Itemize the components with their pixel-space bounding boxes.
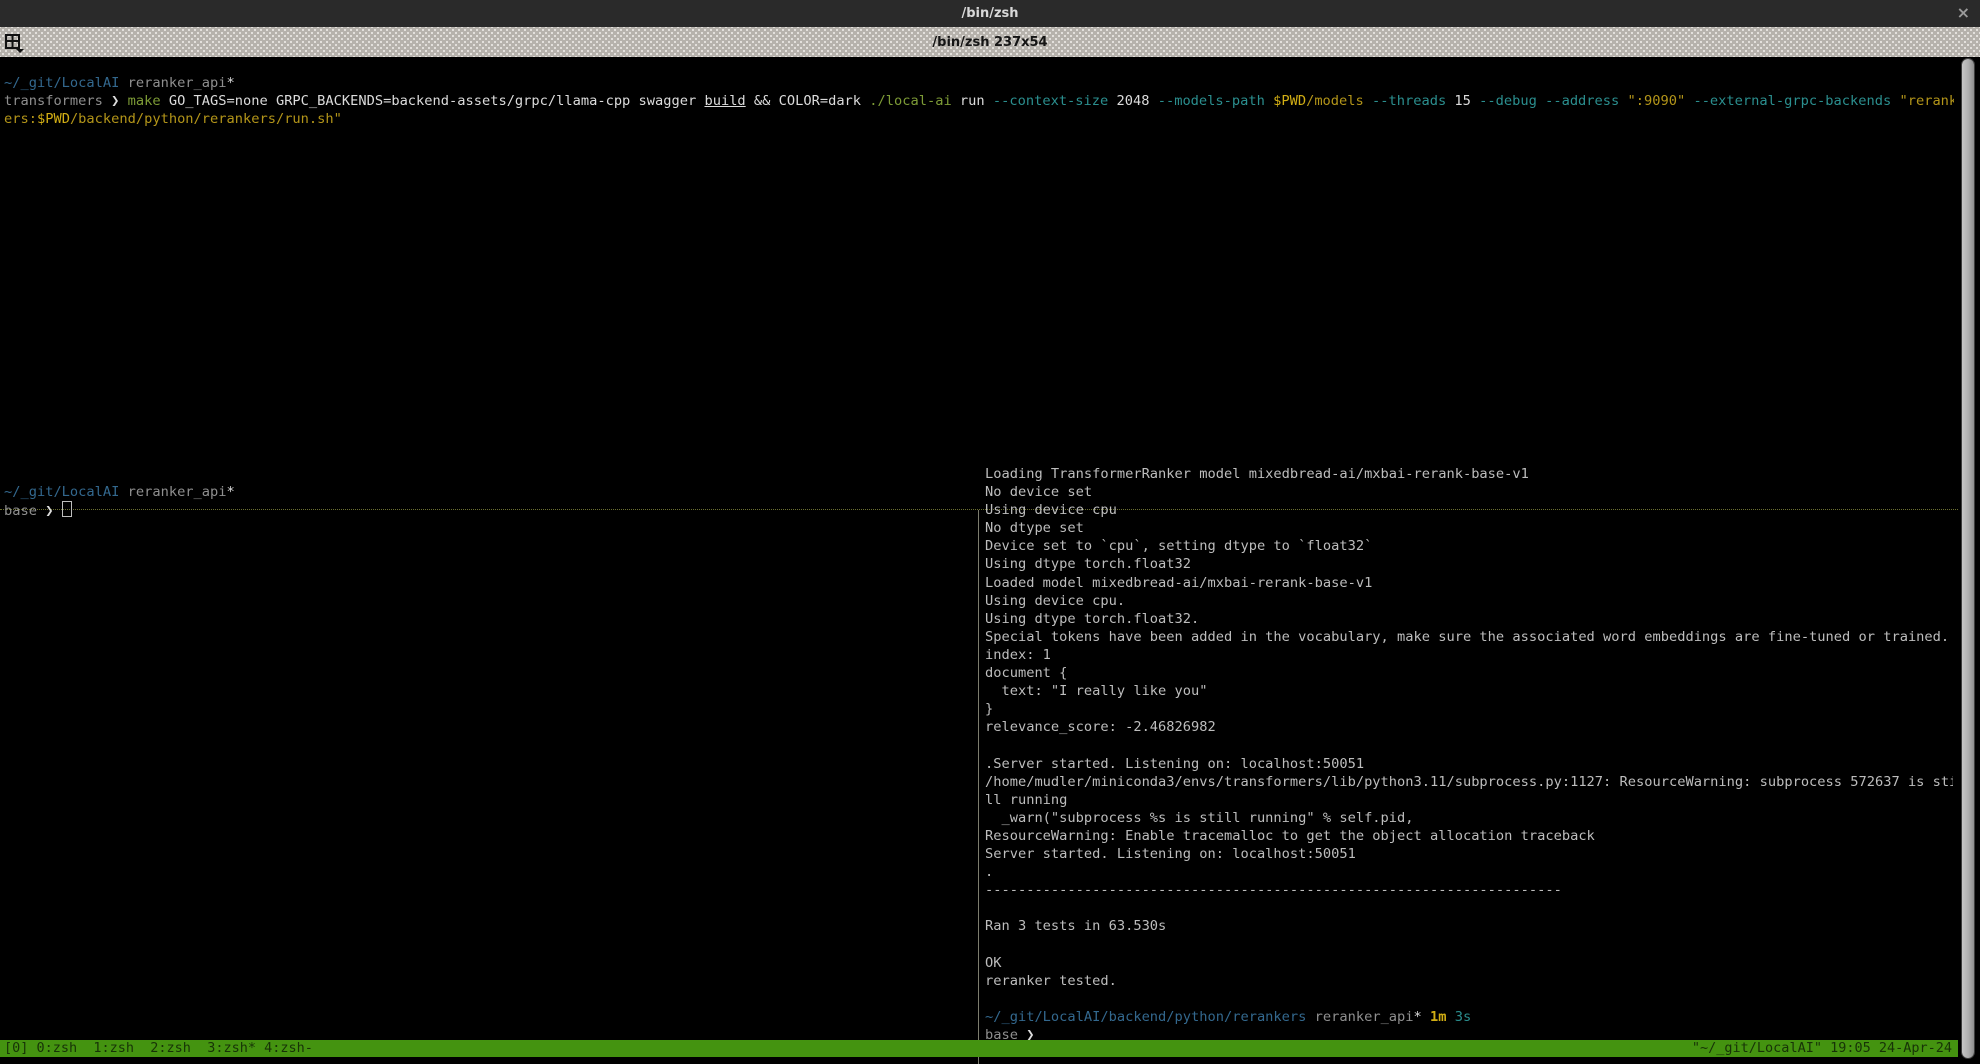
tab-bar: /bin/zsh 237x54	[0, 27, 1980, 57]
terminal-line: base ❯	[4, 501, 964, 520]
terminal-line: Using device cpu.	[985, 592, 1953, 610]
terminal-line: index: 1	[985, 646, 1953, 664]
session-status: "~/_git/LocalAI" 19:05 24-Apr-24	[1692, 1040, 1958, 1057]
terminal-line: text: "I really like you"	[985, 682, 1953, 700]
terminal-line: ~/_git/LocalAI/backend/python/rerankers …	[985, 1008, 1953, 1026]
title-bar: /bin/zsh ×	[0, 0, 1980, 27]
terminal-line: }	[985, 700, 1953, 718]
terminal-line: OK	[985, 954, 1953, 972]
terminal-line: Using dtype torch.float32	[985, 555, 1953, 573]
terminal-line: ll running	[985, 791, 1953, 809]
terminal-line: Server started. Listening on: localhost:…	[985, 845, 1953, 863]
terminal-line: Special tokens have been added in the vo…	[985, 628, 1953, 646]
terminal-line	[985, 990, 1953, 1008]
terminal-line: No device set	[985, 483, 1953, 501]
terminal-line: ~/_git/LocalAI reranker_api*	[4, 483, 964, 501]
terminal-window: /bin/zsh × /bin/zsh 237x54 ~/_git/LocalA…	[0, 0, 1980, 1064]
terminal-line: ~/_git/LocalAI reranker_api*	[4, 74, 1954, 92]
tmux-status-bar: [0] 0:zsh 1:zsh 2:zsh 3:zsh* 4:zsh- "~/_…	[0, 1040, 1958, 1057]
window-list[interactable]: [0] 0:zsh 1:zsh 2:zsh 3:zsh* 4:zsh-	[0, 1040, 313, 1057]
terminal-line: document {	[985, 664, 1953, 682]
terminal-line: Device set to `cpu`, setting dtype to `f…	[985, 537, 1953, 555]
terminal-line: reranker tested.	[985, 972, 1953, 990]
terminal-line	[985, 899, 1953, 917]
terminal-line	[985, 935, 1953, 953]
terminal-line: .	[985, 863, 1953, 881]
window-menu-icon[interactable]	[4, 32, 26, 54]
terminal-line: relevance_score: -2.46826982	[985, 718, 1953, 736]
scrollbar-thumb[interactable]	[1962, 59, 1974, 1058]
close-icon[interactable]: ×	[1957, 3, 1970, 22]
terminal-line: transformers ❯ make GO_TAGS=none GRPC_BA…	[4, 92, 1954, 110]
terminal-line: _warn("subprocess %s is still running" %…	[985, 809, 1953, 827]
terminal-line: Using dtype torch.float32.	[985, 610, 1953, 628]
terminal-line	[985, 736, 1953, 754]
terminal-line: /home/mudler/miniconda3/envs/transformer…	[985, 773, 1953, 791]
terminal-area: ~/_git/LocalAI reranker_api*transformers…	[0, 57, 1980, 1064]
window-title: /bin/zsh	[961, 6, 1018, 21]
tab-title[interactable]: /bin/zsh 237x54	[932, 35, 1047, 50]
terminal-line: .Server started. Listening on: localhost…	[985, 755, 1953, 773]
terminal-line: Ran 3 tests in 63.530s	[985, 917, 1953, 935]
terminal-line: ----------------------------------------…	[985, 881, 1953, 899]
terminal-line: No dtype set	[985, 519, 1953, 537]
pane-top[interactable]: ~/_git/LocalAI reranker_api*transformers…	[4, 74, 1954, 128]
terminal-line: Using device cpu	[985, 501, 1953, 519]
pane-border-vertical[interactable]	[978, 510, 979, 1064]
pane-bottom-left[interactable]: ~/_git/LocalAI reranker_api*base ❯	[4, 483, 964, 520]
terminal-line: Loaded model mixedbread-ai/mxbai-rerank-…	[985, 574, 1953, 592]
terminal-line: ers:$PWD/backend/python/rerankers/run.sh…	[4, 110, 1954, 128]
terminal-line: Loading TransformerRanker model mixedbre…	[985, 465, 1953, 483]
terminal-line: ResourceWarning: Enable tracemalloc to g…	[985, 827, 1953, 845]
pane-bottom-right[interactable]: Loading TransformerRanker model mixedbre…	[985, 465, 1953, 1044]
